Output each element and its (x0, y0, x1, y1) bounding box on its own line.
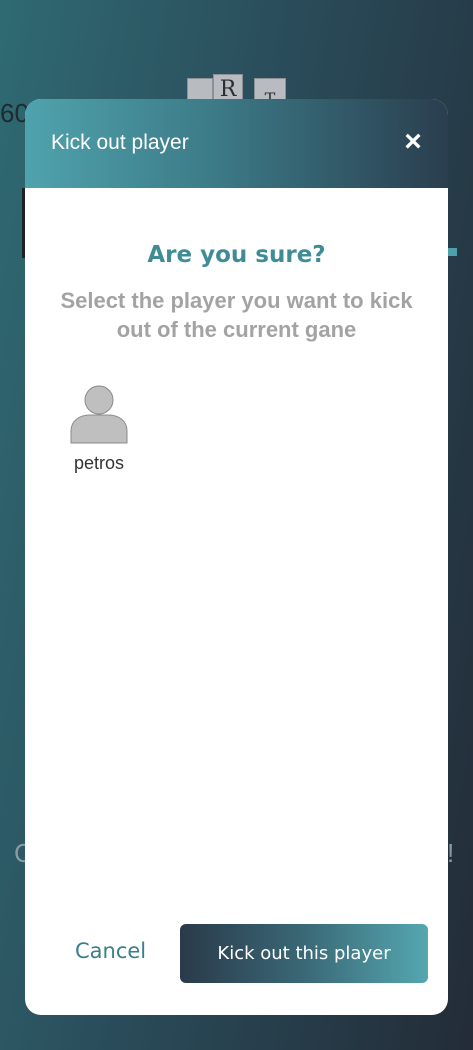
cancel-button[interactable]: Cancel (75, 939, 146, 963)
player-option[interactable]: petros (69, 383, 129, 474)
user-avatar-icon (70, 383, 128, 445)
kick-player-dialog: Kick out player × Are you sure? Select t… (25, 99, 448, 1015)
background-text: ! (447, 838, 455, 868)
confirm-heading: Are you sure? (147, 242, 326, 268)
background-marker (447, 248, 457, 256)
dialog-title: Kick out player (51, 131, 189, 154)
close-icon[interactable]: × (400, 127, 426, 157)
dialog-header: Kick out player × (25, 99, 448, 188)
instruction-text: Select the player you want to kick out o… (60, 288, 413, 342)
player-name: petros (73, 453, 125, 473)
kick-player-button[interactable]: Kick out this player (180, 924, 428, 983)
